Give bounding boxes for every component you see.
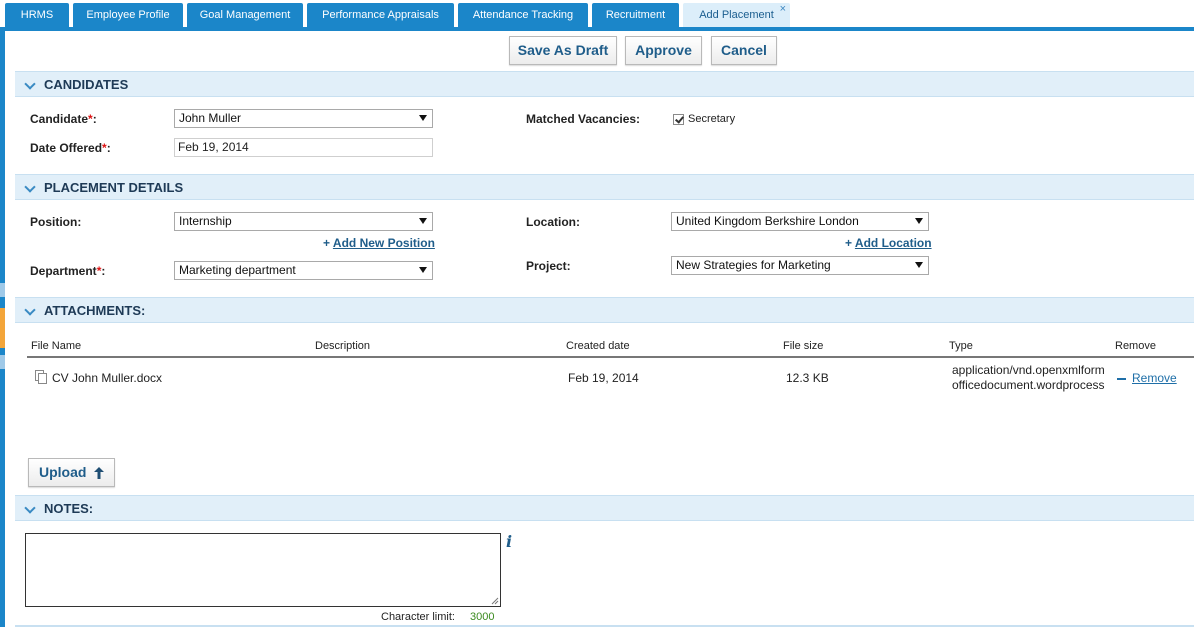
date-offered-value: Feb 19, 2014 [178, 140, 249, 154]
chevron-down-icon [24, 502, 36, 514]
tab-performance-appraisals[interactable]: Performance Appraisals [307, 3, 454, 27]
character-limit-label: Character limit: [381, 611, 455, 623]
matched-vacancies-label: Matched Vacancies: [526, 112, 641, 126]
candidate-select[interactable]: John Muller [174, 109, 433, 128]
tab-label: Recruitment [605, 9, 666, 21]
department-label: Department*: [30, 263, 105, 279]
position-label: Position: [30, 215, 82, 229]
chevron-down-icon [24, 304, 36, 316]
column-header-remove[interactable]: Remove [1115, 340, 1156, 352]
add-location-text: Add Location [854, 236, 932, 250]
department-select[interactable]: Marketing department [174, 261, 433, 280]
add-new-position-link[interactable]: + Add New Position [323, 236, 435, 250]
tab-label: Performance Appraisals [322, 9, 439, 21]
dropdown-arrow-icon [419, 267, 427, 273]
section-candidates[interactable]: CANDIDATES [15, 71, 1194, 97]
plus-icon: + [323, 236, 331, 250]
date-offered-input[interactable]: Feb 19, 2014 [174, 138, 433, 157]
sidebar-toggle-handle[interactable] [0, 308, 5, 348]
rail-marker [0, 355, 5, 369]
section-title: CANDIDATES [44, 77, 129, 92]
rail-marker [0, 283, 5, 297]
character-limit-value: 3000 [470, 611, 495, 623]
column-header-created-date[interactable]: Created date [566, 340, 630, 352]
table-header-divider [27, 356, 1194, 358]
tab-bar: HRMS Employee Profile Goal Management Pe… [0, 0, 1194, 28]
section-title: ATTACHMENTS: [44, 303, 146, 318]
plus-icon: + [845, 236, 853, 250]
project-select-value: New Strategies for Marketing [676, 258, 831, 272]
arrow-up-icon [94, 467, 104, 479]
dropdown-arrow-icon [915, 218, 923, 224]
department-label-text: Department [30, 264, 97, 278]
column-header-type[interactable]: Type [949, 340, 973, 352]
approve-button[interactable]: Approve [625, 36, 702, 65]
add-location-link[interactable]: + Add Location [845, 236, 932, 250]
tab-label: Attendance Tracking [472, 9, 574, 21]
tab-label: Goal Management [199, 9, 291, 21]
add-new-position-text: Add New Position [332, 236, 435, 250]
info-icon[interactable]: i [506, 532, 512, 551]
type-cell: application/vnd.openxmlform officedocume… [952, 363, 1112, 393]
section-title: PLACEMENT DETAILS [44, 180, 184, 195]
upload-button[interactable]: Upload [28, 458, 115, 487]
section-placement-details[interactable]: PLACEMENT DETAILS [15, 174, 1194, 200]
created-date-cell: Feb 19, 2014 [568, 371, 639, 385]
tab-employee-profile[interactable]: Employee Profile [73, 3, 183, 27]
dropdown-arrow-icon [419, 218, 427, 224]
section-title: NOTES: [44, 501, 94, 516]
location-select-value: United Kingdom Berkshire London [676, 214, 859, 228]
dropdown-arrow-icon [419, 115, 427, 121]
document-icon [35, 370, 47, 384]
tab-add-placement[interactable]: Add Placement × [683, 3, 790, 27]
column-header-description[interactable]: Description [315, 340, 370, 352]
resize-handle-icon[interactable] [491, 597, 499, 605]
date-offered-label: Date Offered*: [30, 140, 111, 156]
location-label: Location: [526, 215, 580, 229]
file-size-cell: 12.3 KB [786, 371, 829, 385]
type-line: application/vnd.openxmlform [952, 363, 1105, 377]
section-attachments[interactable]: ATTACHMENTS: [15, 297, 1194, 323]
tab-hrms[interactable]: HRMS [5, 3, 69, 27]
remove-text: Remove [1132, 371, 1177, 385]
project-select[interactable]: New Strategies for Marketing [671, 256, 929, 275]
position-select-value: Internship [179, 214, 232, 228]
remove-attachment-link[interactable]: Remove [1117, 371, 1177, 385]
cancel-button[interactable]: Cancel [711, 36, 777, 65]
upload-label: Upload [39, 464, 87, 480]
project-label: Project: [526, 259, 571, 273]
tab-label: Employee Profile [86, 9, 170, 21]
label-colon: : [101, 264, 106, 278]
tab-close-icon[interactable]: × [780, 0, 786, 22]
location-select[interactable]: United Kingdom Berkshire London [671, 212, 929, 231]
department-select-value: Marketing department [179, 263, 296, 277]
tab-label: Add Placement [699, 9, 774, 21]
dropdown-arrow-icon [915, 262, 923, 268]
file-name-cell[interactable]: CV John Muller.docx [52, 371, 162, 385]
candidate-select-value: John Muller [179, 111, 242, 125]
position-select[interactable]: Internship [174, 212, 433, 231]
candidate-label-text: Candidate [30, 112, 89, 126]
label-colon: : [106, 141, 111, 155]
tab-attendance-tracking[interactable]: Attendance Tracking [458, 3, 588, 27]
chevron-down-icon [24, 78, 36, 90]
secretary-checkbox[interactable] [673, 114, 684, 125]
section-notes[interactable]: NOTES: [15, 495, 1194, 521]
tab-goal-management[interactable]: Goal Management [187, 3, 303, 27]
minus-icon [1117, 377, 1126, 380]
tab-label: HRMS [20, 9, 54, 21]
label-colon: : [92, 112, 97, 126]
save-as-draft-button[interactable]: Save As Draft [509, 36, 617, 65]
notes-textarea[interactable] [25, 533, 501, 607]
type-line: officedocument.wordprocess [952, 378, 1105, 392]
column-header-file-size[interactable]: File size [783, 340, 823, 352]
date-offered-label-text: Date Offered [30, 141, 103, 155]
secretary-checkbox-label: Secretary [688, 113, 736, 125]
chevron-down-icon [24, 181, 36, 193]
candidate-label: Candidate*: [30, 111, 97, 127]
tab-bar-divider [0, 27, 1194, 31]
tab-recruitment[interactable]: Recruitment [592, 3, 679, 27]
column-header-file-name[interactable]: File Name [31, 340, 81, 352]
